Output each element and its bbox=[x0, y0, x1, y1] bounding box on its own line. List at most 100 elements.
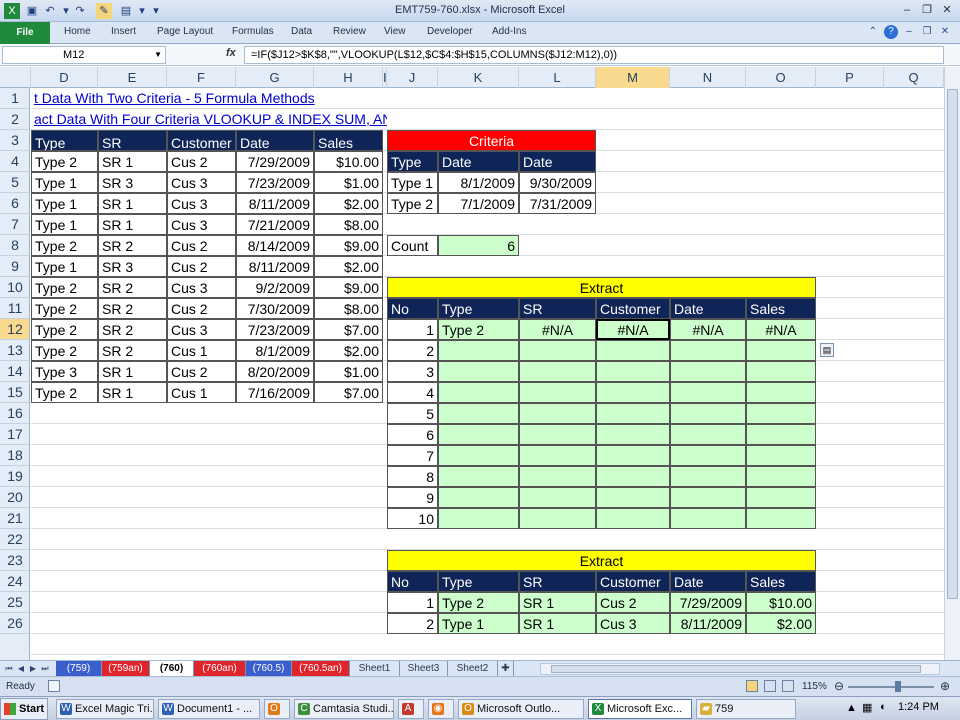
main-table-cell[interactable]: SR 1 bbox=[98, 214, 167, 235]
sheet-tab-sheet3[interactable]: Sheet3 bbox=[400, 661, 448, 676]
extract-cell[interactable] bbox=[438, 361, 519, 382]
close-icon[interactable]: ✕ bbox=[938, 2, 956, 18]
prev-sheet-icon[interactable]: ◀ bbox=[16, 662, 26, 675]
row-header-21[interactable]: 21 bbox=[0, 508, 29, 529]
extract-header-2[interactable]: Date bbox=[670, 571, 746, 592]
extract2-cell[interactable]: SR 1 bbox=[519, 592, 596, 613]
extract-cell[interactable] bbox=[438, 445, 519, 466]
criteria-cell[interactable]: 7/1/2009 bbox=[438, 193, 519, 214]
ribbon-collapse-icon[interactable]: ⌃ bbox=[866, 25, 880, 39]
main-table-cell[interactable]: 8/20/2009 bbox=[236, 361, 314, 382]
main-table-cell[interactable]: 7/23/2009 bbox=[236, 319, 314, 340]
tray-network-icon[interactable]: ▦ bbox=[862, 701, 872, 714]
last-sheet-icon[interactable]: ⏭ bbox=[40, 662, 50, 675]
zoom-out-icon[interactable]: ⊖ bbox=[834, 679, 844, 693]
tab-insert[interactable]: Insert bbox=[111, 26, 136, 37]
extract-cell[interactable] bbox=[746, 508, 816, 529]
row-header-23[interactable]: 23 bbox=[0, 550, 29, 571]
extract-cell[interactable] bbox=[596, 466, 670, 487]
criteria-cell[interactable]: Type 2 bbox=[387, 193, 438, 214]
sheet-tab-sheet2[interactable]: Sheet2 bbox=[448, 661, 498, 676]
row-header-1[interactable]: 1 bbox=[0, 88, 29, 109]
extract-title-2[interactable]: Extract bbox=[387, 550, 816, 571]
extract-cell[interactable] bbox=[596, 340, 670, 361]
column-header-g[interactable]: G bbox=[236, 67, 314, 88]
sheet-tab-760-5an[interactable]: (760.5an) bbox=[292, 661, 350, 676]
main-table-cell[interactable]: SR 3 bbox=[98, 172, 167, 193]
main-table-cell[interactable]: 8/11/2009 bbox=[236, 256, 314, 277]
extract-cell[interactable] bbox=[670, 361, 746, 382]
row-header-20[interactable]: 20 bbox=[0, 487, 29, 508]
help-icon[interactable]: ? bbox=[884, 25, 898, 39]
extract-cell[interactable] bbox=[519, 466, 596, 487]
sheet-tab-759[interactable]: (759) bbox=[56, 661, 102, 676]
extract-cell[interactable] bbox=[746, 487, 816, 508]
main-table-cell[interactable]: Cus 1 bbox=[167, 382, 236, 403]
main-table-cell[interactable]: $7.00 bbox=[314, 319, 383, 340]
main-table-cell[interactable]: Cus 2 bbox=[167, 151, 236, 172]
extract-header[interactable]: No bbox=[387, 298, 438, 319]
row-header-16[interactable]: 16 bbox=[0, 403, 29, 424]
extract-title[interactable]: Extract bbox=[387, 277, 816, 298]
tab-formulas[interactable]: Formulas bbox=[232, 26, 274, 37]
row-header-13[interactable]: 13 bbox=[0, 340, 29, 361]
main-table-cell[interactable]: 7/16/2009 bbox=[236, 382, 314, 403]
extract-cell[interactable] bbox=[519, 403, 596, 424]
vertical-scroll-thumb[interactable] bbox=[947, 89, 958, 599]
extract-cell[interactable] bbox=[746, 424, 816, 445]
sheet-tab-760[interactable]: (760) bbox=[150, 661, 194, 676]
tab-page-layout[interactable]: Page Layout bbox=[157, 26, 213, 37]
extract-cell[interactable] bbox=[596, 508, 670, 529]
main-table-cell[interactable]: $10.00 bbox=[314, 151, 383, 172]
horizontal-scrollbar[interactable] bbox=[540, 663, 940, 675]
main-table-header[interactable]: Sales bbox=[314, 130, 383, 151]
main-table-cell[interactable]: Type 3 bbox=[31, 361, 98, 382]
main-table-cell[interactable]: 7/21/2009 bbox=[236, 214, 314, 235]
main-table-cell[interactable]: SR 2 bbox=[98, 319, 167, 340]
normal-view-icon[interactable] bbox=[746, 680, 758, 692]
main-table-cell[interactable]: 8/14/2009 bbox=[236, 235, 314, 256]
page-layout-view-icon[interactable] bbox=[764, 680, 776, 692]
restore-window-icon[interactable]: ❐ bbox=[920, 25, 934, 39]
extract-cell[interactable]: 8 bbox=[387, 466, 438, 487]
main-table-cell[interactable]: Cus 3 bbox=[167, 277, 236, 298]
main-table-cell[interactable]: SR 2 bbox=[98, 298, 167, 319]
main-table-cell[interactable]: Type 1 bbox=[31, 256, 98, 277]
main-table-cell[interactable]: Cus 2 bbox=[167, 361, 236, 382]
main-table-cell[interactable]: Cus 2 bbox=[167, 235, 236, 256]
extract-cell[interactable] bbox=[438, 382, 519, 403]
criteria-header[interactable]: Date bbox=[438, 151, 519, 172]
vertical-scrollbar[interactable] bbox=[944, 67, 960, 660]
tab-view[interactable]: View bbox=[384, 26, 406, 37]
main-table-cell[interactable]: $9.00 bbox=[314, 277, 383, 298]
extract-cell[interactable] bbox=[596, 382, 670, 403]
extract-cell[interactable] bbox=[746, 445, 816, 466]
row-header-3[interactable]: 3 bbox=[0, 130, 29, 151]
extract-cell[interactable] bbox=[519, 445, 596, 466]
main-table-cell[interactable]: Type 1 bbox=[31, 214, 98, 235]
paste-options-icon[interactable]: ▤ bbox=[820, 343, 834, 357]
chevron-down-icon[interactable]: ▼ bbox=[154, 47, 162, 63]
extract-cell[interactable]: 2 bbox=[387, 340, 438, 361]
main-table-cell[interactable]: SR 1 bbox=[98, 151, 167, 172]
extract-cell[interactable] bbox=[670, 403, 746, 424]
main-table-cell[interactable]: Cus 2 bbox=[167, 256, 236, 277]
extract-cell[interactable]: 1 bbox=[387, 319, 438, 340]
tray-volume-icon[interactable]: ◐ bbox=[880, 701, 887, 713]
extract2-cell[interactable]: Cus 3 bbox=[596, 613, 670, 634]
tab-review[interactable]: Review bbox=[333, 26, 366, 37]
sheet-tab-760an[interactable]: (760an) bbox=[194, 661, 246, 676]
row-header-6[interactable]: 6 bbox=[0, 193, 29, 214]
horizontal-scroll-thumb[interactable] bbox=[551, 665, 921, 673]
extract-cell[interactable] bbox=[519, 340, 596, 361]
main-table-cell[interactable]: $2.00 bbox=[314, 193, 383, 214]
extract-cell[interactable] bbox=[670, 424, 746, 445]
main-table-cell[interactable]: Type 1 bbox=[31, 172, 98, 193]
main-table-cell[interactable]: SR 2 bbox=[98, 235, 167, 256]
extract-cell[interactable] bbox=[438, 403, 519, 424]
main-table-cell[interactable]: SR 1 bbox=[98, 361, 167, 382]
extract2-cell[interactable]: 2 bbox=[387, 613, 438, 634]
extract-cell[interactable] bbox=[670, 445, 746, 466]
extract2-cell[interactable]: Type 1 bbox=[438, 613, 519, 634]
insert-sheet-icon[interactable]: ✚ bbox=[498, 661, 514, 676]
